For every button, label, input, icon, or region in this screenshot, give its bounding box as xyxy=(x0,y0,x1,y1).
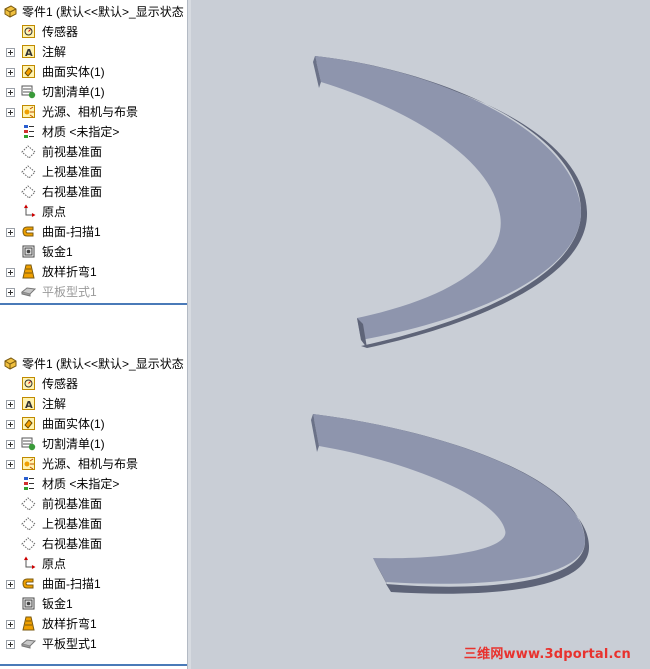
tree-item-label: 钣金1 xyxy=(42,597,73,611)
svg-text:A: A xyxy=(25,400,33,411)
lofted-bend-icon xyxy=(21,264,36,279)
tree-item-label: 钣金1 xyxy=(42,245,73,259)
plane-icon xyxy=(21,164,36,179)
panel-divider-bottom xyxy=(0,664,187,666)
tree-item-label: 光源、相机与布景 xyxy=(42,457,139,471)
plane-icon xyxy=(21,144,36,159)
tree-root-label: 零件1 (默认<<默认>_显示状态 xyxy=(22,5,184,19)
sheet-metal-icon xyxy=(21,244,36,259)
flat-pattern-icon xyxy=(20,636,37,651)
origin-icon xyxy=(21,204,36,219)
cut-list-icon xyxy=(21,436,36,451)
plane-icon xyxy=(21,496,36,511)
tree-item-label: 上视基准面 xyxy=(42,517,103,531)
empty-panel-area xyxy=(0,305,188,359)
tree-item-label: 平板型式1 xyxy=(42,637,97,651)
tree-item-label: 原点 xyxy=(42,205,67,219)
tree-item-label: 光源、相机与布景 xyxy=(42,105,139,119)
expand-toggle[interactable] xyxy=(6,440,15,449)
plane-icon xyxy=(21,536,36,551)
expand-toggle[interactable] xyxy=(6,420,15,429)
expand-toggle[interactable] xyxy=(6,268,15,277)
tree-item-label: 放样折弯1 xyxy=(42,617,97,631)
annotation-icon: A xyxy=(21,44,36,59)
flat-pattern-icon xyxy=(20,284,37,299)
feature-tree-bottom: 零件1 (默认<<默认>_显示状态传感器 A 注解曲面实体(1) 切割清单(1) 光源、… xyxy=(0,352,188,669)
feature-tree-top: 零件1 (默认<<默认>_显示状态传感器 A 注解曲面实体(1) 切割清单(1) 光源、… xyxy=(0,0,188,305)
svg-text:A: A xyxy=(25,48,33,59)
tree-item-label: 传感器 xyxy=(42,377,79,391)
model-view xyxy=(311,56,590,594)
tree-item-label: 注解 xyxy=(42,397,67,411)
origin-icon xyxy=(21,556,36,571)
expand-toggle[interactable] xyxy=(6,460,15,469)
tree-item-label: 传感器 xyxy=(42,25,79,39)
lights-cameras-icon xyxy=(21,104,36,119)
tree-item-label: 前视基准面 xyxy=(42,497,103,511)
watermark: 三维网www.3dportal.cn xyxy=(463,647,631,662)
expand-toggle[interactable] xyxy=(6,88,15,97)
tree-item-label: 切割清单(1) xyxy=(42,437,105,451)
expand-toggle[interactable] xyxy=(6,620,15,629)
sheet-metal-part-folded xyxy=(313,56,588,348)
expand-toggle[interactable] xyxy=(6,288,15,297)
lights-cameras-icon xyxy=(21,456,36,471)
plane-icon xyxy=(21,184,36,199)
lofted-bend-icon xyxy=(21,616,36,631)
tree-item-label: 曲面-扫描1 xyxy=(42,225,101,239)
tree-item-label: 前视基准面 xyxy=(42,145,103,159)
expand-toggle[interactable] xyxy=(6,640,15,649)
part-icon xyxy=(3,356,18,371)
tree-item-label: 材质 <未指定> xyxy=(42,125,120,139)
surface-body-icon xyxy=(21,416,36,431)
sheet-metal-part-flat xyxy=(311,414,590,594)
tree-item-label: 切割清单(1) xyxy=(42,85,105,99)
material-icon xyxy=(21,124,36,139)
expand-toggle[interactable] xyxy=(6,48,15,57)
expand-toggle[interactable] xyxy=(6,400,15,409)
expand-toggle[interactable] xyxy=(6,68,15,77)
tree-item-label: 放样折弯1 xyxy=(42,265,97,279)
expand-toggle[interactable] xyxy=(6,108,15,117)
tree-item-label: 曲面实体(1) xyxy=(42,65,105,79)
plane-icon xyxy=(21,516,36,531)
part-icon xyxy=(3,4,18,19)
graphics-viewport[interactable]: 三维网www.3dportal.cn xyxy=(191,0,650,669)
annotation-icon: A xyxy=(21,396,36,411)
cut-list-icon xyxy=(21,84,36,99)
tree-item-label: 原点 xyxy=(42,557,67,571)
sweep-surface-icon xyxy=(21,576,36,591)
expand-toggle[interactable] xyxy=(6,580,15,589)
tree-item-label: 注解 xyxy=(42,45,67,59)
tree-item-label: 平板型式1 xyxy=(42,285,97,299)
surface-body-icon xyxy=(21,64,36,79)
sheet-metal-icon xyxy=(21,596,36,611)
tree-root-label: 零件1 (默认<<默认>_显示状态 xyxy=(22,357,184,371)
tree-item-label: 右视基准面 xyxy=(42,537,103,551)
sensor-icon xyxy=(21,24,36,39)
tree-item-label: 曲面实体(1) xyxy=(42,417,105,431)
tree-item-label: 曲面-扫描1 xyxy=(42,577,101,591)
expand-toggle[interactable] xyxy=(6,228,15,237)
sweep-surface-icon xyxy=(21,224,36,239)
material-icon xyxy=(21,476,36,491)
sensor-icon xyxy=(21,376,36,391)
tree-item-label: 材质 <未指定> xyxy=(42,477,120,491)
tree-item-label: 上视基准面 xyxy=(42,165,103,179)
tree-item-label: 右视基准面 xyxy=(42,185,103,199)
